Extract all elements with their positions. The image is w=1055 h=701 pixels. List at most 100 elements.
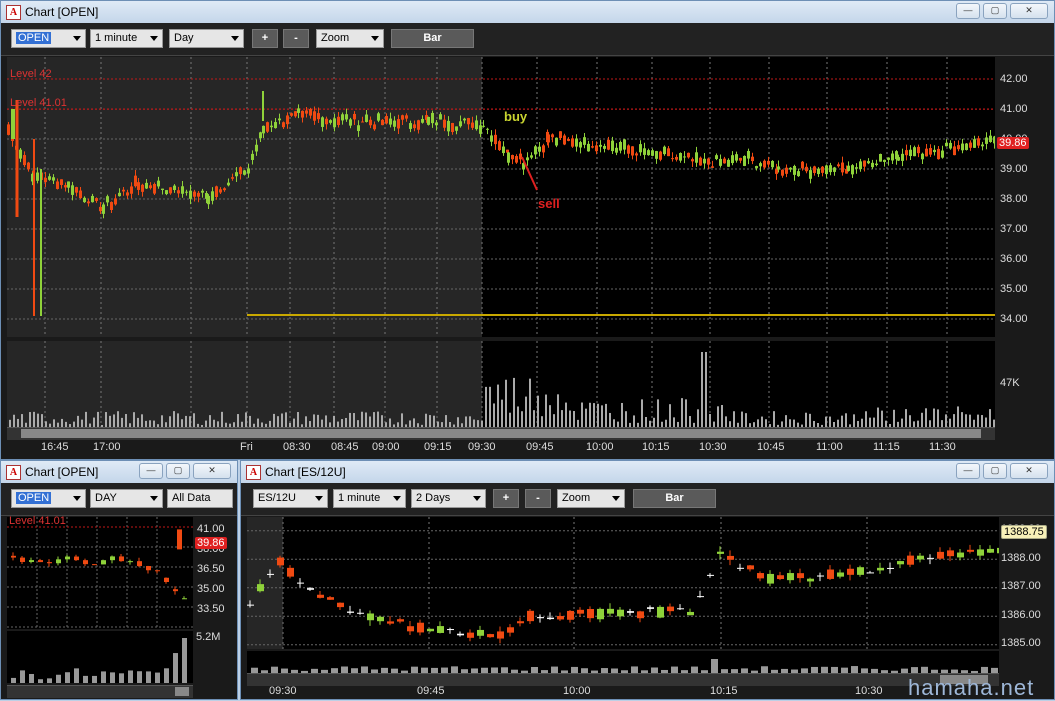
chart-toolbar: ES/12U 1 minute 2 Days + - Zoom Bar: [241, 483, 1054, 516]
bar-mode-button[interactable]: Bar: [633, 489, 716, 508]
time-tick-label: 08:30: [283, 441, 311, 453]
time-tick-label: 17:00: [93, 441, 121, 453]
time-tick-label: 11:30: [929, 441, 956, 453]
chart-window-open-day: A Chart [OPEN] — ▢ ✕ OPEN DAY All Data L…: [0, 460, 238, 700]
period-dropdown[interactable]: DAY: [90, 489, 163, 508]
price-tick-label: 1388.00: [1001, 551, 1041, 564]
time-tick-label: 10:45: [757, 441, 785, 453]
price-chart[interactable]: [7, 517, 193, 629]
time-tick-label: 09:30: [468, 441, 496, 453]
price-tick-label: 37.00: [1000, 223, 1028, 235]
window-title: Chart [OPEN]: [25, 5, 99, 19]
maximize-button[interactable]: ▢: [983, 3, 1007, 19]
chart-window-es: A Chart [ES/12U] — ▢ ✕ ES/12U 1 minute 2…: [240, 460, 1055, 700]
time-tick-label: 10:30: [699, 441, 727, 453]
last-price-tag: 39.86: [997, 137, 1029, 149]
price-tick-label: 1386.00: [1001, 608, 1041, 621]
chevron-down-icon: [150, 36, 158, 41]
bar-mode-button[interactable]: Bar: [391, 29, 474, 48]
zoom-dropdown[interactable]: Zoom: [557, 489, 625, 508]
window-title: Chart [ES/12U]: [265, 465, 346, 479]
price-tick-label: 41.00: [1000, 103, 1028, 115]
zoom-dropdown[interactable]: Zoom: [316, 29, 384, 48]
close-button[interactable]: ✕: [193, 463, 231, 479]
last-price-tag: 39.86: [195, 537, 227, 549]
chevron-down-icon: [393, 496, 401, 501]
time-tick-label: 09:15: [424, 441, 452, 453]
range-button[interactable]: All Data: [167, 489, 233, 508]
app-icon: A: [246, 465, 261, 480]
maximize-button[interactable]: ▢: [166, 463, 190, 479]
title-bar[interactable]: A Chart [OPEN] — ▢ ✕: [1, 461, 237, 483]
time-tick-label: 09:30: [269, 685, 297, 697]
zoom-out-button[interactable]: -: [525, 489, 551, 508]
price-tick-label: 35.00: [1000, 283, 1028, 295]
scrollbar-thumb[interactable]: [21, 429, 981, 438]
time-tick-label: 10:00: [586, 441, 614, 453]
interval-dropdown[interactable]: 1 minute: [333, 489, 406, 508]
close-button[interactable]: ✕: [1010, 3, 1048, 19]
time-tick-label: 08:45: [331, 441, 359, 453]
time-tick-label: 09:45: [417, 685, 445, 697]
price-tick-label: 1385.00: [1001, 637, 1041, 649]
symbol-dropdown[interactable]: OPEN: [11, 29, 86, 48]
scrollbar-thumb[interactable]: [175, 687, 189, 696]
maximize-button[interactable]: ▢: [983, 463, 1007, 479]
minimize-button[interactable]: —: [139, 463, 163, 479]
time-tick-label: 09:00: [372, 441, 400, 453]
time-tick-label: 10:15: [642, 441, 670, 453]
symbol-dropdown[interactable]: ES/12U: [253, 489, 328, 508]
volume-chart[interactable]: [247, 651, 999, 673]
chevron-down-icon: [73, 496, 81, 501]
price-chart[interactable]: [247, 517, 999, 649]
interval-dropdown[interactable]: 1 minute: [90, 29, 163, 48]
volume-axis-label: 5.2M: [196, 631, 221, 643]
sell-annotation: sell: [538, 196, 560, 211]
price-tick-label: 33.50: [197, 603, 225, 615]
period-dropdown[interactable]: 2 Days: [411, 489, 486, 508]
zoom-out-button[interactable]: -: [283, 29, 309, 48]
price-tick-label: 38.00: [1000, 193, 1028, 205]
app-icon: A: [6, 5, 21, 20]
time-tick-label: 10:00: [563, 685, 591, 697]
chart-window-open-1min: A Chart [OPEN] — ▢ ✕ OPEN 1 minute Day +…: [0, 0, 1055, 460]
price-chart[interactable]: [7, 57, 995, 337]
chevron-down-icon: [315, 496, 323, 501]
zoom-in-button[interactable]: +: [252, 29, 278, 48]
level-42-label: Level 42: [10, 68, 52, 80]
chevron-down-icon: [473, 496, 481, 501]
price-tick-label: 1387.00: [1001, 580, 1041, 592]
chevron-down-icon: [612, 496, 620, 501]
title-bar[interactable]: A Chart [ES/12U] — ▢ ✕: [241, 461, 1054, 483]
title-bar[interactable]: A Chart [OPEN] — ▢ ✕: [1, 1, 1054, 23]
chart-toolbar: OPEN 1 minute Day + - Zoom Bar: [1, 23, 1054, 56]
time-tick-label: 16:45: [41, 441, 69, 453]
time-tick-label: Fri: [240, 441, 253, 453]
close-button[interactable]: ✕: [1010, 463, 1048, 479]
level-label: Level 41.01: [9, 515, 66, 527]
price-tick-label: 36.50: [197, 563, 225, 575]
horizontal-scrollbar[interactable]: [247, 673, 999, 686]
price-tick-label: 35.00: [197, 583, 225, 595]
minimize-button[interactable]: —: [956, 463, 980, 479]
watermark: hamaha.net: [908, 675, 1035, 700]
price-tick-label: 34.00: [1000, 313, 1028, 325]
price-tick-label: 36.00: [1000, 253, 1028, 265]
zoom-in-button[interactable]: +: [493, 489, 519, 508]
price-tick-label: 42.00: [1000, 73, 1028, 85]
period-dropdown[interactable]: Day: [169, 29, 244, 48]
minimize-button[interactable]: —: [956, 3, 980, 19]
price-tick-label: 39.00: [1000, 163, 1028, 175]
time-tick-label: 09:45: [526, 441, 554, 453]
horizontal-scrollbar[interactable]: [7, 685, 193, 698]
symbol-dropdown[interactable]: OPEN: [11, 489, 86, 508]
volume-chart[interactable]: [7, 341, 995, 427]
volume-chart[interactable]: [7, 631, 193, 683]
horizontal-scrollbar[interactable]: [7, 427, 995, 440]
chevron-down-icon: [150, 496, 158, 501]
app-icon: A: [6, 465, 21, 480]
time-tick-label: 10:30: [855, 685, 883, 697]
volume-axis-label: 47K: [1000, 377, 1020, 389]
chevron-down-icon: [73, 36, 81, 41]
window-title: Chart [OPEN]: [25, 465, 99, 479]
